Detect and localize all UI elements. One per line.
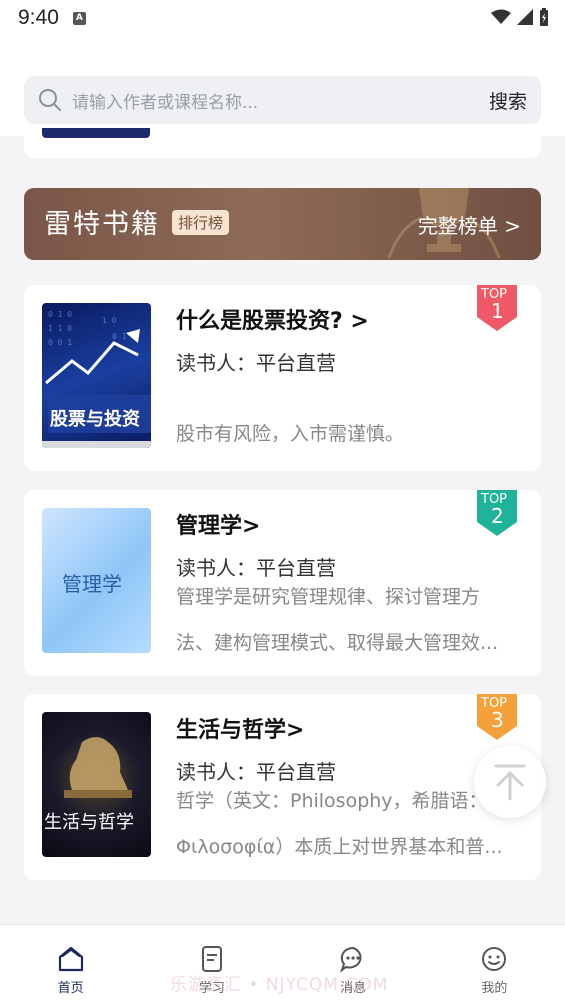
book-cover: 管理学 <box>42 508 151 653</box>
book-description: 股市有风险，入市需谨慎。 <box>176 423 405 445</box>
book-description-line-1: 管理学是研究管理规律、探讨管理方 <box>176 586 481 608</box>
status-bar: 9:40 A <box>0 0 565 36</box>
search-button[interactable]: 搜索 <box>489 87 527 114</box>
rank-badge: TOP 1 <box>477 285 517 331</box>
rank-number: 3 <box>491 708 504 732</box>
tab-profile[interactable]: 我的 <box>424 925 565 1004</box>
book-title[interactable]: 什么是股票投资? > <box>176 303 369 335</box>
search-icon <box>39 89 61 111</box>
book-reader: 读书人：平台直营 <box>176 351 336 375</box>
svg-text:0 1 0: 0 1 0 <box>48 310 72 319</box>
watermark: 乐游资汇 • NJYCQM.COM <box>170 975 389 995</box>
thinker-statue-graphic <box>64 737 132 798</box>
search-bar[interactable]: 请输入作者或课程名称... 搜索 <box>24 76 541 124</box>
back-to-top-button[interactable] <box>474 746 546 818</box>
book-card[interactable]: 管理学 管理学> 读书人：平台直营 管理学是研究管理规律、探讨管理方 法、建构管… <box>24 490 541 676</box>
book-cover-title: 股票与投资 <box>50 409 140 430</box>
arrow-up-icon <box>494 764 526 801</box>
rank-badge: TOP 2 <box>477 490 517 536</box>
svg-text:1 0: 1 0 <box>102 316 117 325</box>
rank-badge: TOP 3 <box>477 694 517 740</box>
rank-number: 1 <box>491 299 504 323</box>
svg-text:0 1: 0 1 <box>112 332 127 341</box>
book-card[interactable]: 生活与哲学 生活与哲学> 读书人：平台直营 哲学（英文：Philosophy，希… <box>24 694 541 880</box>
battery-icon <box>540 8 548 26</box>
signal-icon <box>517 9 533 25</box>
banner-title: 雷特书籍 <box>44 209 160 240</box>
book-cover: 生活与哲学 <box>42 712 151 857</box>
book-description-line-2: 法、建构管理模式、取得最大管理效... <box>176 632 499 654</box>
tab-home[interactable]: 首页 <box>0 925 141 1004</box>
header: 请输入作者或课程名称... 搜索 <box>0 36 565 136</box>
tab-label: 我的 <box>481 981 508 996</box>
ranking-banner[interactable]: 雷特书籍 排行榜 完整榜单 > <box>24 188 541 260</box>
previous-card-partial[interactable] <box>24 128 541 158</box>
banner-badge: 排行榜 <box>172 210 230 235</box>
profile-icon <box>482 947 507 971</box>
book-cover-title: 生活与哲学 <box>44 812 134 833</box>
home-icon <box>58 946 83 972</box>
status-indicators <box>491 8 549 26</box>
full-list-link[interactable]: 完整榜单 > <box>418 210 521 239</box>
book-icon <box>201 946 222 972</box>
wifi-icon <box>491 9 511 24</box>
book-title[interactable]: 生活与哲学> <box>176 712 304 744</box>
previous-card-cover <box>42 128 150 138</box>
notification-icon: A <box>72 11 86 25</box>
message-icon <box>340 946 362 973</box>
book-title[interactable]: 管理学> <box>176 508 260 540</box>
rank-number: 2 <box>491 504 504 528</box>
book-card[interactable]: 0 1 01 1 00 0 1 1 00 1 股票与投资 什么是股票投资? > … <box>24 285 541 471</box>
svg-text:0 0 1: 0 0 1 <box>48 338 72 347</box>
book-description-line-2: Φιλοσοφία）本质上对世界基本和普... <box>176 836 503 858</box>
svg-text:1 1 0: 1 1 0 <box>48 324 72 333</box>
book-cover: 0 1 0 1 1 0 0 0 1 1 0 0 1 股票与投资 <box>42 303 151 448</box>
status-time: 9:40 <box>18 6 59 29</box>
book-cover-title: 管理学 <box>62 572 122 596</box>
tab-label: 首页 <box>57 981 84 996</box>
search-input[interactable]: 请输入作者或课程名称... <box>72 88 489 113</box>
